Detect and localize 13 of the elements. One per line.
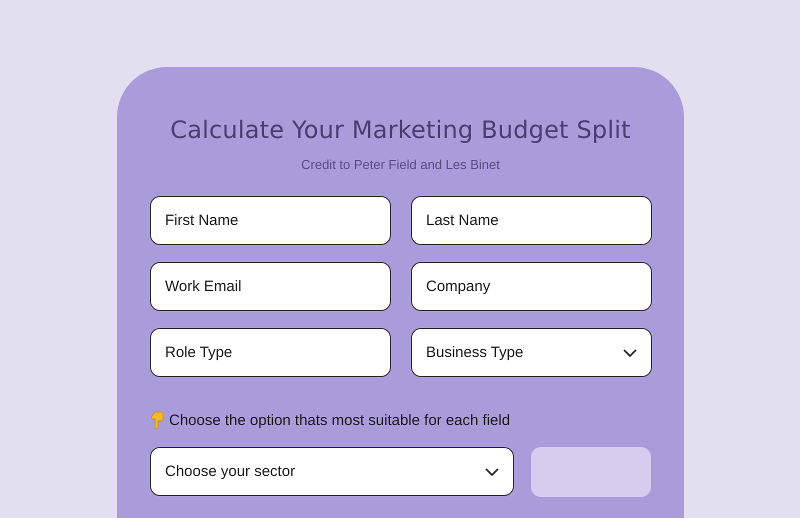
text-field[interactable]: First Name (150, 196, 391, 245)
select-field[interactable]: Choose your sector (150, 447, 514, 496)
pointing-hand-icon (150, 411, 164, 429)
form-subtitle: Credit to Peter Field and Les Binet (300, 157, 501, 172)
instruction-text: Choose the option thats most suitable for each field (169, 412, 510, 428)
form-title: Calculate Your Marketing Budget Split (169, 116, 632, 144)
text-field[interactable]: Company (411, 262, 652, 311)
chevron-down-icon (623, 348, 637, 356)
text-field[interactable]: Work Email (150, 262, 391, 311)
text-field[interactable]: Last Name (411, 196, 652, 245)
chevron-down-icon (485, 468, 499, 476)
text-field[interactable]: Role Type (150, 328, 391, 377)
select-field[interactable]: Business Type (411, 328, 652, 377)
